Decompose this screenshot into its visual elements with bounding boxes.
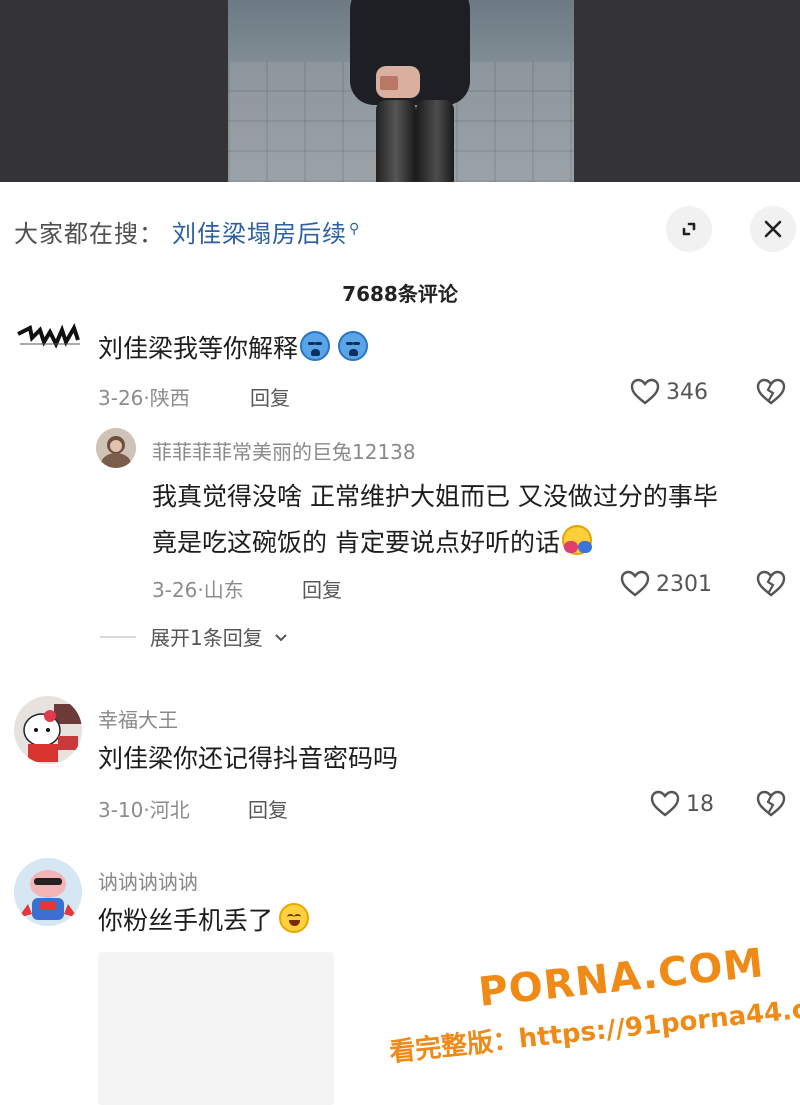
- expand-replies-label[interactable]: 展开1条回复: [150, 626, 263, 650]
- avatar[interactable]: [96, 428, 136, 468]
- reply-text: 我真觉得没啥 正常维护大姐而已 又没做过分的事毕: [152, 472, 718, 522]
- reply-username[interactable]: 菲菲菲菲常美丽的巨兔12138: [152, 436, 416, 465]
- crying-emoji: [300, 331, 331, 361]
- crying-emoji: [338, 331, 369, 361]
- chevron-down-icon: [275, 634, 287, 642]
- comment-text-value: 你粉丝手机丢了: [98, 906, 274, 935]
- like-button[interactable]: 346: [630, 378, 708, 406]
- avatar-image: [96, 428, 136, 468]
- avatar-image: [14, 696, 82, 764]
- comment-text-value: 刘佳梁你还记得抖音密码吗: [98, 744, 399, 773]
- expand-replies-button[interactable]: 展开1条回复: [150, 622, 289, 651]
- expand-divider: [100, 636, 136, 638]
- person-leg: [376, 100, 416, 182]
- like-button[interactable]: 2301: [620, 570, 712, 598]
- reply-meta: 3-26·山东: [152, 578, 244, 602]
- page: 大家都在搜： 刘佳梁塌房后续 ⚲ 7688条评论 刘佳梁我等你解释 3-26·陕…: [0, 0, 800, 1105]
- heart-icon: [630, 378, 660, 405]
- dislike-button[interactable]: [756, 570, 786, 602]
- comment-text: 刘佳梁我等你解释: [98, 324, 369, 374]
- avatar[interactable]: [14, 858, 82, 926]
- comment-username[interactable]: 讷讷讷讷讷: [98, 866, 198, 895]
- heart-icon: [650, 790, 680, 817]
- comment-text-value: 刘佳梁我等你解释: [98, 334, 299, 363]
- comment-meta: 3-10·河北: [98, 798, 190, 822]
- comment-image[interactable]: [98, 952, 334, 1105]
- video-player[interactable]: [0, 0, 800, 182]
- broken-heart-icon: [756, 378, 786, 405]
- comment-text: 你粉丝手机丢了: [98, 896, 310, 946]
- search-prefix: 大家都在搜：: [14, 220, 164, 248]
- reply-button[interactable]: 回复: [302, 574, 342, 603]
- like-button[interactable]: 18: [650, 790, 714, 818]
- avatar-image: [16, 322, 82, 356]
- broken-heart-icon: [756, 790, 786, 817]
- search-icon: ⚲: [349, 221, 361, 237]
- avatar[interactable]: [14, 696, 82, 764]
- phone: [380, 76, 398, 90]
- search-query[interactable]: 刘佳梁塌房后续: [172, 220, 347, 248]
- like-count: 346: [666, 379, 708, 405]
- comment-username[interactable]: 幸福大王: [98, 704, 178, 733]
- search-suggestion-row: 大家都在搜： 刘佳梁塌房后续 ⚲: [0, 200, 800, 256]
- reply-button[interactable]: 回复: [250, 382, 290, 411]
- comment-count: 7688条评论: [342, 282, 458, 306]
- heart-icon: [620, 570, 650, 597]
- dislike-button[interactable]: [756, 378, 786, 410]
- video-frame[interactable]: [228, 0, 574, 182]
- reply-button[interactable]: 回复: [248, 794, 288, 823]
- close-button[interactable]: [750, 206, 796, 252]
- reply-text-line1: 我真觉得没啥 正常维护大姐而已 又没做过分的事毕: [152, 482, 718, 511]
- smile-emoji: [279, 903, 310, 933]
- dislike-button[interactable]: [756, 790, 786, 822]
- avatar[interactable]: [16, 322, 82, 356]
- person-leg: [416, 100, 454, 182]
- avatar-image: [14, 858, 82, 926]
- like-count: 2301: [656, 571, 712, 597]
- search-suggestion-link[interactable]: 刘佳梁塌房后续 ⚲: [172, 214, 360, 249]
- expand-button[interactable]: [666, 206, 712, 252]
- comment-text: 刘佳梁你还记得抖音密码吗: [98, 734, 398, 784]
- hug-emoji: [561, 525, 592, 555]
- comment-meta: 3-26·陕西: [98, 386, 190, 410]
- reply-text: 竟是吃这碗饭的 肯定要说点好听的话: [152, 518, 592, 568]
- like-count: 18: [686, 791, 714, 817]
- expand-icon: [682, 222, 696, 236]
- reply-text-line2: 竟是吃这碗饭的 肯定要说点好听的话: [152, 528, 560, 557]
- close-icon: [764, 220, 782, 238]
- broken-heart-icon: [756, 570, 786, 597]
